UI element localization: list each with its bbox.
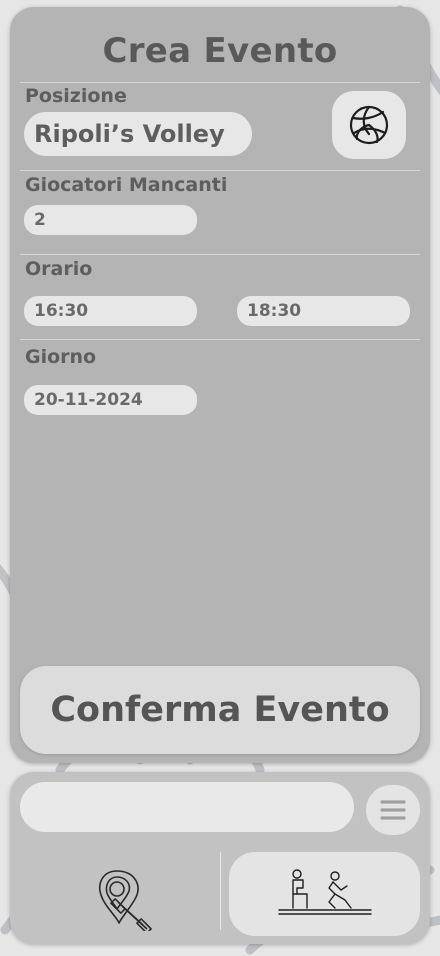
create-event-panel: Crea Evento Posizione Ripoli’s Volley Gi… (10, 7, 430, 763)
athletes-training-icon (277, 869, 372, 915)
sport-select-button[interactable] (332, 91, 406, 159)
divider (20, 339, 420, 340)
gym-location-pin-icon (99, 870, 152, 931)
position-label: Posizione (25, 85, 127, 107)
bottom-bar (10, 772, 430, 944)
missing-players-label: Giocatori Mancanti (25, 174, 228, 196)
divider (20, 170, 420, 171)
confirm-event-button[interactable]: Conferma Evento (20, 666, 420, 754)
hamburger-menu-icon (380, 800, 406, 820)
start-time-field[interactable]: 16:30 (24, 296, 197, 326)
search-input[interactable] (20, 782, 354, 832)
divider (20, 82, 420, 83)
nav-separator (220, 852, 221, 930)
day-label: Giorno (25, 346, 97, 368)
time-label: Orario (25, 258, 93, 280)
nav-events[interactable] (229, 852, 420, 936)
menu-button[interactable] (366, 785, 420, 835)
page-title: Crea Evento (102, 31, 338, 71)
end-time-field[interactable]: 18:30 (237, 296, 410, 326)
position-field[interactable]: Ripoli’s Volley (24, 112, 252, 156)
day-field[interactable]: 20-11-2024 (24, 385, 197, 415)
volleyball-icon (349, 105, 389, 145)
missing-players-field[interactable]: 2 (24, 205, 197, 235)
nav-gym-map[interactable] (50, 860, 200, 938)
divider (20, 254, 420, 255)
